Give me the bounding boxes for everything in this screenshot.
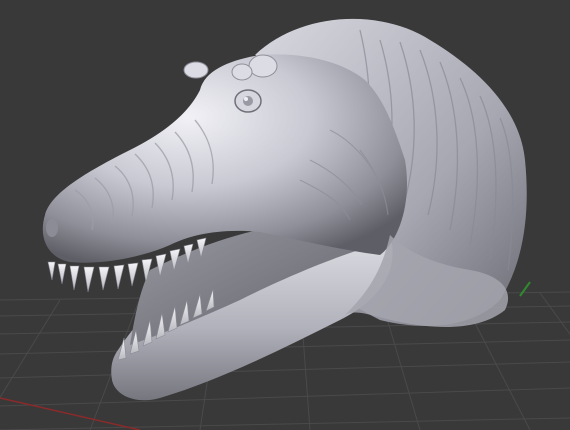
eye-icon [234,89,262,113]
skull-mesh [42,54,408,263]
nostril [46,219,58,237]
x-axis-line [0,397,141,430]
viewport-canvas[interactable] [0,0,570,430]
y-axis-line [519,281,531,297]
3d-viewport[interactable] [0,0,570,430]
